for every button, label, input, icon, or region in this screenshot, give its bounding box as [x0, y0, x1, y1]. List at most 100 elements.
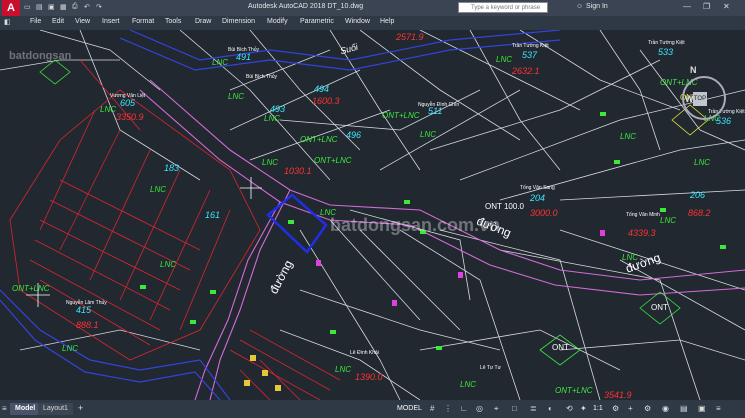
add-layout-icon[interactable]: + [78, 403, 83, 413]
workspace-icon[interactable]: ◧ [4, 18, 11, 26]
parcel-number: 183 [164, 163, 180, 173]
plus-icon[interactable]: + [628, 404, 633, 413]
ont-lnc-label: ONT+LNC [382, 111, 420, 120]
lnc-label: LNC [264, 114, 281, 123]
parcel-area: 4339.3 [628, 228, 656, 238]
parcel-number: 161 [205, 210, 221, 220]
parcel-number: 511 [428, 106, 443, 116]
watermark: batdongsan [9, 50, 72, 62]
lineweight-icon[interactable]: ≣ [530, 404, 537, 413]
parcel-number: 533 [658, 47, 674, 57]
print-icon[interactable]: ⎙ [72, 3, 78, 11]
parcel-number: 537 [522, 50, 538, 60]
lnc-label: LNC [620, 132, 637, 141]
parcel-area: 3350.9 [116, 112, 144, 122]
annotation-scale[interactable]: 1:1 [593, 405, 603, 412]
menu-bar: ◧ File Edit View Insert Format Tools Dra… [0, 16, 745, 30]
snap-icon[interactable]: ⋮ [444, 404, 452, 413]
model-space-toggle[interactable]: MODEL [397, 405, 422, 412]
menu-icon[interactable]: ≡ [2, 404, 7, 413]
lnc-label: LNC [460, 380, 477, 389]
hardware-accel-icon[interactable]: ▤ [680, 404, 688, 413]
settings-icon[interactable]: ⚙ [612, 404, 619, 413]
parcel-area: 868.2 [688, 208, 711, 218]
parcel-number: 494 [314, 84, 330, 94]
undo-icon[interactable]: ↶ [84, 3, 90, 11]
annotation-icon[interactable]: ✦ [580, 404, 587, 413]
parcel-number: 605 [120, 98, 136, 108]
isodraft-icon[interactable]: ⌖ [494, 404, 499, 414]
parcel-area: 1030.1 [284, 166, 312, 176]
ont-label: ONT [651, 303, 668, 312]
lnc-label: LNC [694, 158, 711, 167]
parcel-number: 493 [270, 104, 286, 114]
lnc-label: LNC [228, 92, 245, 101]
close-icon[interactable]: ✕ [723, 2, 730, 11]
parcel-number: 206 [690, 190, 706, 200]
menu-tools[interactable]: Tools [165, 18, 181, 25]
tab-model[interactable]: Model [10, 403, 41, 415]
parcel-number: 491 [236, 52, 252, 62]
parcel-area: 2632.1 [512, 66, 540, 76]
ortho-icon[interactable]: ∟ [460, 404, 468, 413]
drawing-canvas[interactable]: đường đường đường Suối ONT ONT ONT ONT 1… [0, 30, 745, 400]
lnc-label: LNC [62, 344, 79, 353]
clean-screen-icon[interactable]: ▣ [698, 404, 706, 413]
owner-name: Tống Văn Minh [626, 212, 660, 218]
autocad-logo-icon[interactable]: A [2, 0, 20, 16]
parcel-area: 1390.0 [355, 372, 383, 382]
menu-draw[interactable]: Draw [195, 18, 211, 25]
open-file-icon[interactable]: ▤ [36, 3, 43, 11]
search-input[interactable]: Type a keyword or phrase [458, 2, 548, 13]
polar-icon[interactable]: ◎ [476, 404, 483, 413]
menu-view[interactable]: View [75, 18, 90, 25]
redo-icon[interactable]: ↷ [96, 3, 102, 11]
watermark: batdongsan.com.vn [330, 215, 501, 235]
menu-file[interactable]: File [30, 18, 41, 25]
viewcube-top-face[interactable]: TOP [693, 92, 707, 106]
transparency-icon[interactable]: ◐ [548, 404, 553, 413]
selection-cycling-icon[interactable]: ⟲ [566, 404, 573, 413]
save-as-icon[interactable]: ▦ [60, 3, 67, 11]
selected-parcel[interactable] [266, 193, 328, 254]
grid-icon[interactable]: # [430, 404, 434, 413]
menu-insert[interactable]: Insert [102, 18, 120, 25]
workspace-switch-icon[interactable]: ⚙ [644, 404, 651, 413]
parcel-area: 2571.9 [396, 32, 424, 42]
menu-window[interactable]: Window [345, 18, 370, 25]
owner-name: Tống Văn Sang [520, 185, 555, 191]
menu-format[interactable]: Format [132, 18, 154, 25]
menu-modify[interactable]: Modify [267, 18, 288, 25]
menu-parametric[interactable]: Parametric [300, 18, 334, 25]
parcel-area: 3000.0 [530, 208, 558, 218]
road-lines [139, 79, 745, 400]
lnc-label: LNC [212, 58, 229, 67]
lnc-label: LNC [420, 130, 437, 139]
isolate-icon[interactable]: ◉ [662, 404, 669, 413]
menu-edit[interactable]: Edit [52, 18, 64, 25]
user-icon[interactable]: ☺ [576, 3, 583, 10]
ont-lnc-label: ONT+LNC [314, 156, 352, 165]
osnap-icon[interactable]: □ [512, 404, 517, 413]
markers [140, 112, 726, 391]
lnc-label: LNC [335, 365, 352, 374]
menu-dimension[interactable]: Dimension [222, 18, 255, 25]
owner-name: Lê Đình Khải [350, 350, 379, 356]
menu-help[interactable]: Help [380, 18, 394, 25]
save-icon[interactable]: ▣ [48, 3, 55, 11]
lnc-label: LNC [496, 55, 513, 64]
parcel-number: 536 [716, 116, 732, 126]
window-title: Autodesk AutoCAD 2018 DT_10.dwg [248, 3, 364, 10]
lnc-label: LNC [100, 105, 117, 114]
owner-name: Lê Tư Tư [480, 365, 501, 371]
parcel-area: 3541.9 [604, 390, 632, 400]
maximize-icon[interactable]: ❐ [703, 2, 710, 11]
compass-north[interactable]: N [690, 65, 697, 75]
customize-icon[interactable]: ≡ [716, 404, 721, 413]
tab-layout1[interactable]: Layout1 [38, 403, 73, 415]
new-file-icon[interactable]: ▭ [24, 3, 31, 11]
minimize-icon[interactable]: — [683, 2, 691, 11]
owner-name: Trần Tường Kiệt [512, 43, 549, 49]
parcel-number: 204 [530, 193, 546, 203]
sign-in-link[interactable]: Sign In [586, 3, 608, 10]
